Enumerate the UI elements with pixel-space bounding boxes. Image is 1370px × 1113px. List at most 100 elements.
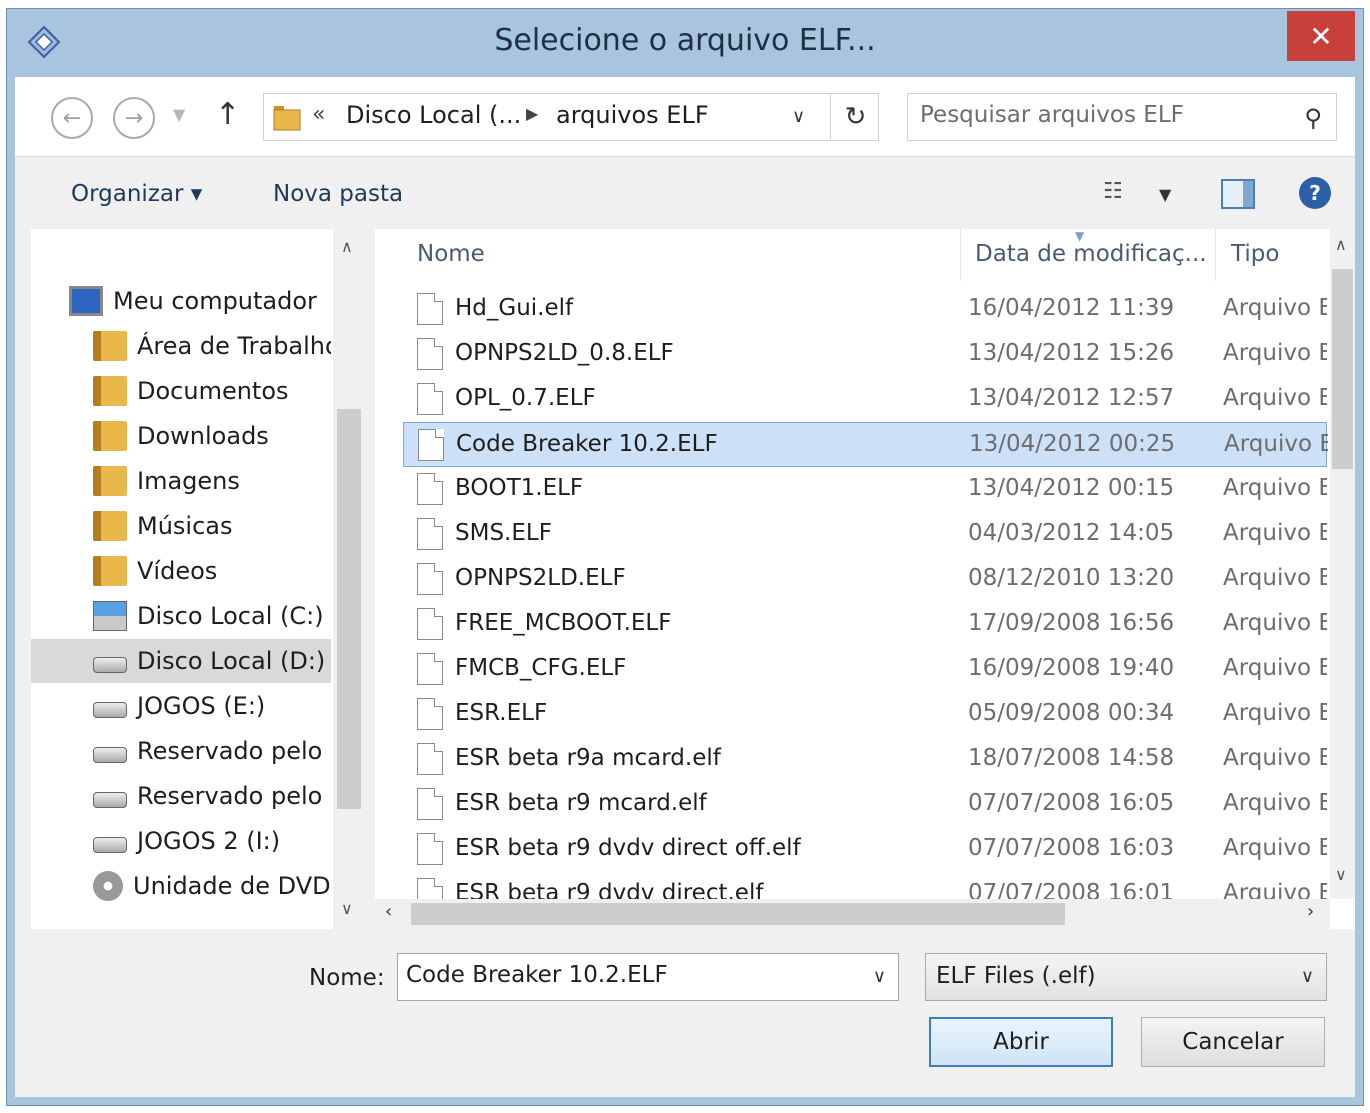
file-row[interactable]: FMCB_CFG.ELF 16/09/2008 19:40 Arquivo E <box>403 647 1327 692</box>
scroll-up-icon[interactable]: ∧ <box>1335 235 1347 254</box>
file-name: FMCB_CFG.ELF <box>455 655 627 681</box>
file-row[interactable]: OPNPS2LD.ELF 08/12/2010 13:20 Arquivo E <box>403 557 1327 602</box>
nav-scroll-thumb[interactable] <box>337 409 361 809</box>
back-button[interactable]: ← <box>51 97 93 139</box>
recent-locations-button[interactable]: ▼ <box>173 105 185 124</box>
scroll-right-icon[interactable]: › <box>1307 901 1314 922</box>
nav-item-label: Reservado pelo S <box>137 737 331 765</box>
file-row[interactable]: SMS.ELF 04/03/2012 14:05 Arquivo E <box>403 512 1327 557</box>
address-overflow-chevron[interactable]: « <box>312 102 325 127</box>
nav-item[interactable]: Disco Local (C:) <box>31 594 331 638</box>
file-type: Arquivo E <box>1223 295 1327 321</box>
file-type: Arquivo E <box>1224 431 1328 457</box>
file-icon <box>417 698 443 730</box>
file-row[interactable]: OPNPS2LD_0.8.ELF 13/04/2012 15:26 Arquivo … <box>403 332 1327 377</box>
file-name-label: Nome: <box>309 965 385 991</box>
up-folder-button[interactable]: ↑ <box>215 97 240 132</box>
address-row: ← → ▼ ↑ « Disco Local (... ▶ arquivos EL… <box>15 77 1355 157</box>
file-row[interactable]: ESR beta r9 dvdv direct off.elf 07/07/200… <box>403 827 1327 872</box>
file-name: BOOT1.ELF <box>455 475 584 501</box>
file-row[interactable]: FREE_MCBOOT.ELF 17/09/2008 16:56 Arquivo E <box>403 602 1327 647</box>
file-date: 17/09/2008 16:56 <box>968 610 1175 636</box>
nav-item[interactable]: Unidade de DVD- <box>31 864 331 908</box>
file-type: Arquivo E <box>1223 880 1327 899</box>
file-row[interactable]: ESR beta r9 dvdv direct.elf 07/07/2008 16… <box>403 872 1327 899</box>
file-name-input[interactable] <box>406 962 846 988</box>
scroll-down-icon[interactable]: ∨ <box>341 899 353 918</box>
nav-item[interactable]: Downloads <box>31 414 331 458</box>
nav-item[interactable]: Disco Local (D:) <box>31 639 331 683</box>
search-icon[interactable]: ⚲ <box>1304 104 1322 132</box>
navigation-pane: Meu computador Área de Trabalho Documentos… <box>31 229 365 929</box>
nav-item[interactable]: Vídeos <box>31 549 331 593</box>
file-date: 07/07/2008 16:03 <box>968 835 1175 861</box>
column-divider[interactable] <box>960 229 961 281</box>
file-horizontal-scrollbar[interactable]: ‹ › <box>375 899 1330 929</box>
scroll-up-icon[interactable]: ∧ <box>341 237 353 256</box>
file-row[interactable]: ESR beta r9a mcard.elf 18/07/2008 14:58 Ar… <box>403 737 1327 782</box>
close-button[interactable]: ✕ <box>1287 11 1355 61</box>
file-type: Arquivo E <box>1223 790 1327 816</box>
cancel-button[interactable]: Cancelar <box>1141 1017 1325 1067</box>
scroll-left-icon[interactable]: ‹ <box>385 901 392 922</box>
column-divider[interactable] <box>1215 229 1216 281</box>
folder-icon <box>93 556 127 586</box>
file-type-filter[interactable]: ELF Files (.elf) ∨ <box>925 953 1327 1001</box>
file-row[interactable]: ESR beta r9 mcard.elf 07/07/2008 16:05 Arq… <box>403 782 1327 827</box>
refresh-button[interactable]: ↻ <box>830 94 880 140</box>
nav-scrollbar[interactable]: ∧ ∨ <box>333 229 365 929</box>
view-dropdown-icon[interactable]: ▼ <box>1159 185 1171 204</box>
dvd-icon <box>93 871 123 901</box>
scroll-down-icon[interactable]: ∨ <box>1335 865 1347 884</box>
column-header-date[interactable]: Data de modificaç... <box>975 241 1207 267</box>
preview-pane-icon[interactable] <box>1221 179 1255 209</box>
forward-button[interactable]: → <box>113 97 155 139</box>
nav-item[interactable]: Reservado pelo S <box>31 774 331 818</box>
nav-item[interactable]: Reservado pelo S <box>31 729 331 773</box>
folder-icon <box>93 466 127 496</box>
nav-item[interactable]: Documentos <box>31 369 331 413</box>
search-input[interactable] <box>920 102 1280 128</box>
new-folder-button[interactable]: Nova pasta <box>273 181 403 207</box>
nav-item[interactable]: JOGOS 2 (I:) <box>31 819 331 863</box>
file-row[interactable]: ESR.ELF 05/09/2008 00:34 Arquivo E <box>403 692 1327 737</box>
view-options-icon[interactable]: ☷ <box>1103 179 1123 204</box>
nav-item[interactable]: Área de Trabalho <box>31 324 331 368</box>
help-icon[interactable]: ? <box>1299 177 1331 209</box>
nav-item[interactable]: JOGOS (E:) <box>31 684 331 728</box>
file-date: 18/07/2008 14:58 <box>968 745 1175 771</box>
file-date: 04/03/2012 14:05 <box>968 520 1175 546</box>
file-vertical-scroll-thumb[interactable] <box>1332 269 1353 469</box>
nav-item-label: Disco Local (D:) <box>137 647 326 675</box>
file-horizontal-scroll-thumb[interactable] <box>411 903 1065 925</box>
column-header-type[interactable]: Tipo <box>1231 241 1279 267</box>
breadcrumb-separator-icon[interactable]: ▶ <box>526 104 538 123</box>
file-date: 07/07/2008 16:01 <box>968 880 1175 899</box>
drive-icon <box>93 702 127 718</box>
breadcrumb-disk[interactable]: Disco Local (... <box>346 101 521 129</box>
drive-icon <box>93 792 127 808</box>
address-bar[interactable]: « Disco Local (... ▶ arquivos ELF ∨ ↻ <box>263 93 879 141</box>
nav-item[interactable]: Imagens <box>31 459 331 503</box>
file-icon <box>417 878 443 899</box>
file-icon <box>417 383 443 415</box>
arrow-right-icon: → <box>124 105 144 131</box>
file-row[interactable]: BOOT1.ELF 13/04/2012 00:15 Arquivo E <box>403 467 1327 512</box>
chevron-down-icon[interactable]: ∨ <box>873 966 886 987</box>
breadcrumb-folder[interactable]: arquivos ELF <box>556 101 709 129</box>
file-row[interactable]: Code Breaker 10.2.ELF 13/04/2012 00:25 Arq… <box>403 422 1328 467</box>
nav-item[interactable]: Músicas <box>31 504 331 548</box>
organize-menu-button[interactable]: Organizar ▾ <box>71 181 202 207</box>
column-header-name[interactable]: Nome <box>417 241 485 267</box>
file-type: Arquivo E <box>1223 700 1327 726</box>
file-list: Nome ▼ Data de modificaç... Tipo Hd_Gui.… <box>375 229 1355 929</box>
file-row[interactable]: Hd_Gui.elf 16/04/2012 11:39 Arquivo E <box>403 287 1327 332</box>
open-button[interactable]: Abrir <box>929 1017 1113 1067</box>
file-name: OPNPS2LD_0.8.ELF <box>455 340 674 366</box>
nav-item-label: Vídeos <box>137 557 218 585</box>
file-date: 05/09/2008 00:34 <box>968 700 1175 726</box>
nav-item[interactable]: Meu computador <box>31 279 331 323</box>
address-dropdown-icon[interactable]: ∨ <box>792 106 805 127</box>
file-row[interactable]: OPL_0.7.ELF 13/04/2012 12:57 Arquivo E <box>403 377 1327 422</box>
file-vertical-scrollbar[interactable]: ∧ ∨ <box>1330 229 1355 899</box>
